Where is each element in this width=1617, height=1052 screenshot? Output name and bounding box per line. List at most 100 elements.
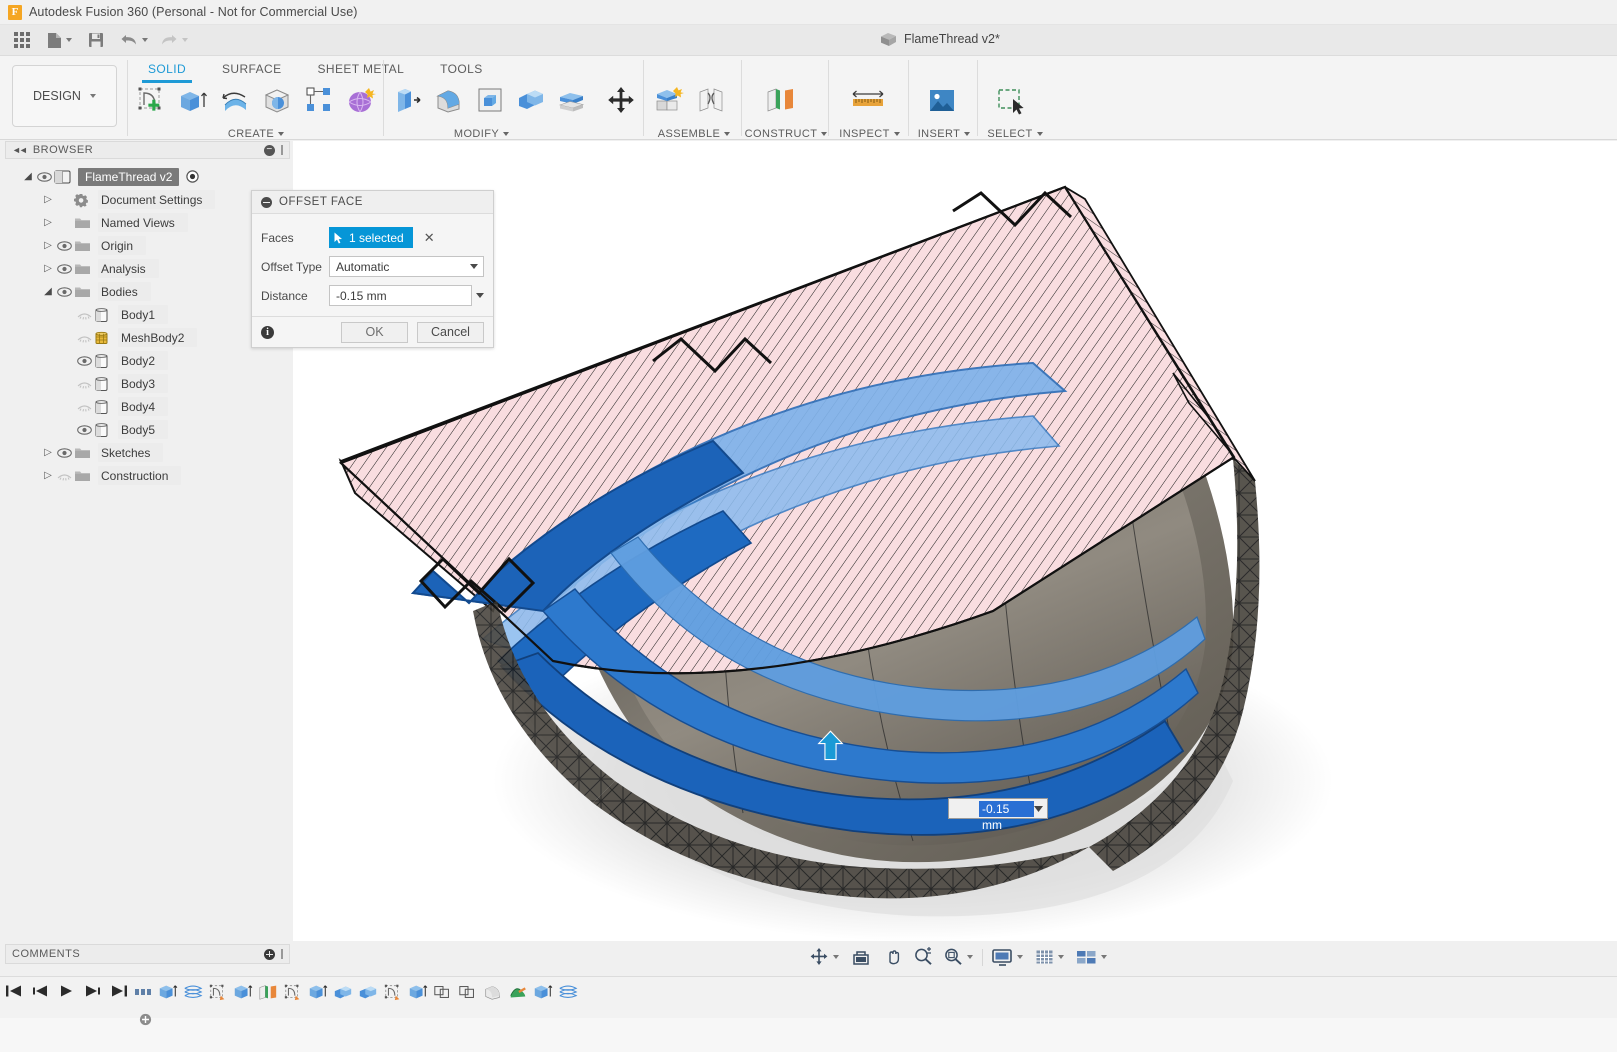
panel-grip[interactable] (281, 145, 283, 155)
fillet-icon[interactable] (428, 80, 469, 120)
panel-insert-label[interactable]: INSERT (913, 128, 975, 140)
expand-triangle-icon[interactable]: ▷ (41, 240, 55, 251)
clear-selection-icon[interactable]: ✕ (424, 230, 435, 246)
revolve-icon[interactable] (214, 80, 256, 120)
ok-button[interactable]: OK (341, 321, 408, 343)
grid-snap-icon[interactable] (1031, 944, 1068, 970)
move-copy-icon[interactable] (601, 80, 642, 120)
play-icon[interactable] (59, 984, 74, 998)
comments-bar[interactable]: COMMENTS (5, 944, 290, 964)
press-pull-icon[interactable] (387, 80, 428, 120)
timeline-feature-3-sketch-icon[interactable] (208, 981, 228, 1003)
step-forward-icon[interactable] (84, 984, 101, 998)
viewports-icon[interactable] (1072, 944, 1111, 970)
tree-node-origin[interactable]: ▷ Origin (5, 234, 290, 257)
expand-triangle-icon[interactable]: ◢ (41, 286, 55, 297)
visibility-eye-icon[interactable] (55, 471, 74, 481)
timeline-feature-8-combine-icon[interactable] (333, 981, 353, 1003)
chevron-down-icon[interactable] (833, 955, 839, 959)
offset-arrow-handle[interactable] (817, 730, 844, 761)
chevron-down-icon[interactable] (967, 955, 973, 959)
tree-node-body2[interactable]: Body2 (5, 349, 290, 372)
help-info-icon[interactable]: i (261, 325, 274, 339)
panel-grip[interactable] (281, 949, 283, 959)
distance-input[interactable]: -0.15 mm (329, 285, 472, 306)
save-icon[interactable] (76, 25, 108, 56)
zoom-icon[interactable] (909, 944, 937, 970)
tree-node-body4[interactable]: Body4 (5, 395, 290, 418)
chevron-down-icon[interactable] (66, 38, 72, 42)
offset-face-icon[interactable] (552, 80, 593, 120)
distance-dropdown-icon[interactable] (476, 293, 484, 298)
timeline-feature-5-offset-plane-icon[interactable] (258, 981, 278, 1003)
chevron-down-icon[interactable] (1034, 805, 1043, 812)
timeline-feature-10-sketch-icon[interactable] (383, 981, 403, 1003)
create-sketch-icon[interactable] (130, 80, 172, 120)
orbit-icon[interactable] (805, 944, 843, 970)
timeline-feature-1-extrude-icon[interactable] (158, 981, 178, 1003)
expand-triangle-icon[interactable]: ◢ (21, 171, 35, 182)
undo-icon[interactable] (108, 25, 152, 56)
visibility-eye-icon[interactable] (75, 310, 94, 320)
visibility-eye-icon[interactable] (55, 286, 74, 297)
panel-modify-label[interactable]: MODIFY (365, 128, 598, 140)
joint-icon[interactable] (690, 80, 732, 120)
canvas-distance-input[interactable]: -0.15 mm (948, 798, 1048, 832)
timeline-scroll-handle[interactable] (139, 1013, 152, 1026)
visibility-eye-icon[interactable] (75, 402, 94, 412)
tree-node-root[interactable]: ◢ FlameThread v2 (5, 165, 290, 188)
offset-type-select[interactable]: Automatic (329, 256, 484, 277)
expand-triangle-icon[interactable]: ▷ (41, 470, 55, 481)
timeline-feature-13-pattern-icon[interactable] (458, 981, 478, 1003)
timeline-feature-16-extrude-icon[interactable] (533, 981, 553, 1003)
tab-solid[interactable]: SOLID (130, 58, 204, 83)
tree-node-analysis[interactable]: ▷ Analysis (5, 257, 290, 280)
timeline-feature-0-parameters-icon[interactable] (133, 981, 153, 1003)
expand-triangle-icon[interactable]: ▷ (41, 447, 55, 458)
timeline-scroll-strip[interactable] (0, 1018, 1617, 1052)
visibility-eye-icon[interactable] (55, 447, 74, 458)
chevron-down-icon[interactable] (1017, 955, 1023, 959)
new-file-icon[interactable] (39, 25, 76, 56)
tree-node-body5[interactable]: Body5 (5, 418, 290, 441)
step-back-icon[interactable] (32, 984, 49, 998)
form-icon[interactable] (340, 80, 382, 120)
look-at-icon[interactable] (847, 944, 875, 970)
display-settings-icon[interactable] (988, 944, 1027, 970)
tree-node-bodies[interactable]: ◢ Bodies (5, 280, 290, 303)
timeline-feature-15-mesh-icon[interactable] (508, 981, 528, 1003)
combine-icon[interactable] (511, 80, 552, 120)
expand-triangle-icon[interactable]: ▷ (41, 217, 55, 228)
app-grid-icon[interactable] (5, 25, 39, 56)
go-to-end-icon[interactable] (111, 984, 128, 998)
visibility-eye-icon[interactable] (75, 355, 94, 366)
browser-minimize-icon[interactable]: − (264, 144, 275, 156)
panel-create-label[interactable]: CREATE (130, 128, 382, 140)
chevron-down-icon[interactable] (1101, 955, 1107, 959)
insert-image-icon[interactable] (921, 80, 963, 120)
timeline-feature-14-fillet-icon[interactable] (483, 981, 503, 1003)
redo-icon[interactable] (152, 25, 192, 56)
sweep-icon[interactable] (256, 80, 298, 120)
timeline-feature-7-extrude-icon[interactable] (308, 981, 328, 1003)
visibility-eye-icon[interactable] (75, 333, 94, 343)
window-selection-icon[interactable] (990, 80, 1032, 120)
chevron-down-icon[interactable] (470, 264, 478, 269)
visibility-eye-icon[interactable] (55, 240, 74, 251)
panel-assemble-label[interactable]: ASSEMBLE (648, 128, 740, 140)
new-component-icon[interactable] (648, 80, 690, 120)
canvas-distance-value[interactable]: -0.15 mm (979, 800, 1034, 832)
tree-node-named-views[interactable]: ▷ Named Views (5, 211, 290, 234)
visibility-eye-icon[interactable] (55, 263, 74, 274)
measure-icon[interactable] (847, 80, 889, 120)
tree-node-body3[interactable]: Body3 (5, 372, 290, 395)
extrude-icon[interactable] (172, 80, 214, 120)
tab-tools[interactable]: TOOLS (422, 58, 500, 80)
timeline-feature-6-sketch-icon[interactable] (283, 981, 303, 1003)
timeline-feature-9-combine-icon[interactable] (358, 981, 378, 1003)
fit-icon[interactable] (939, 944, 977, 970)
collapse-dialog-icon[interactable] (261, 196, 272, 208)
timeline-feature-17-coil-icon[interactable] (558, 981, 578, 1003)
tab-surface[interactable]: SURFACE (204, 58, 299, 80)
tree-node-body1[interactable]: Body1 (5, 303, 290, 326)
